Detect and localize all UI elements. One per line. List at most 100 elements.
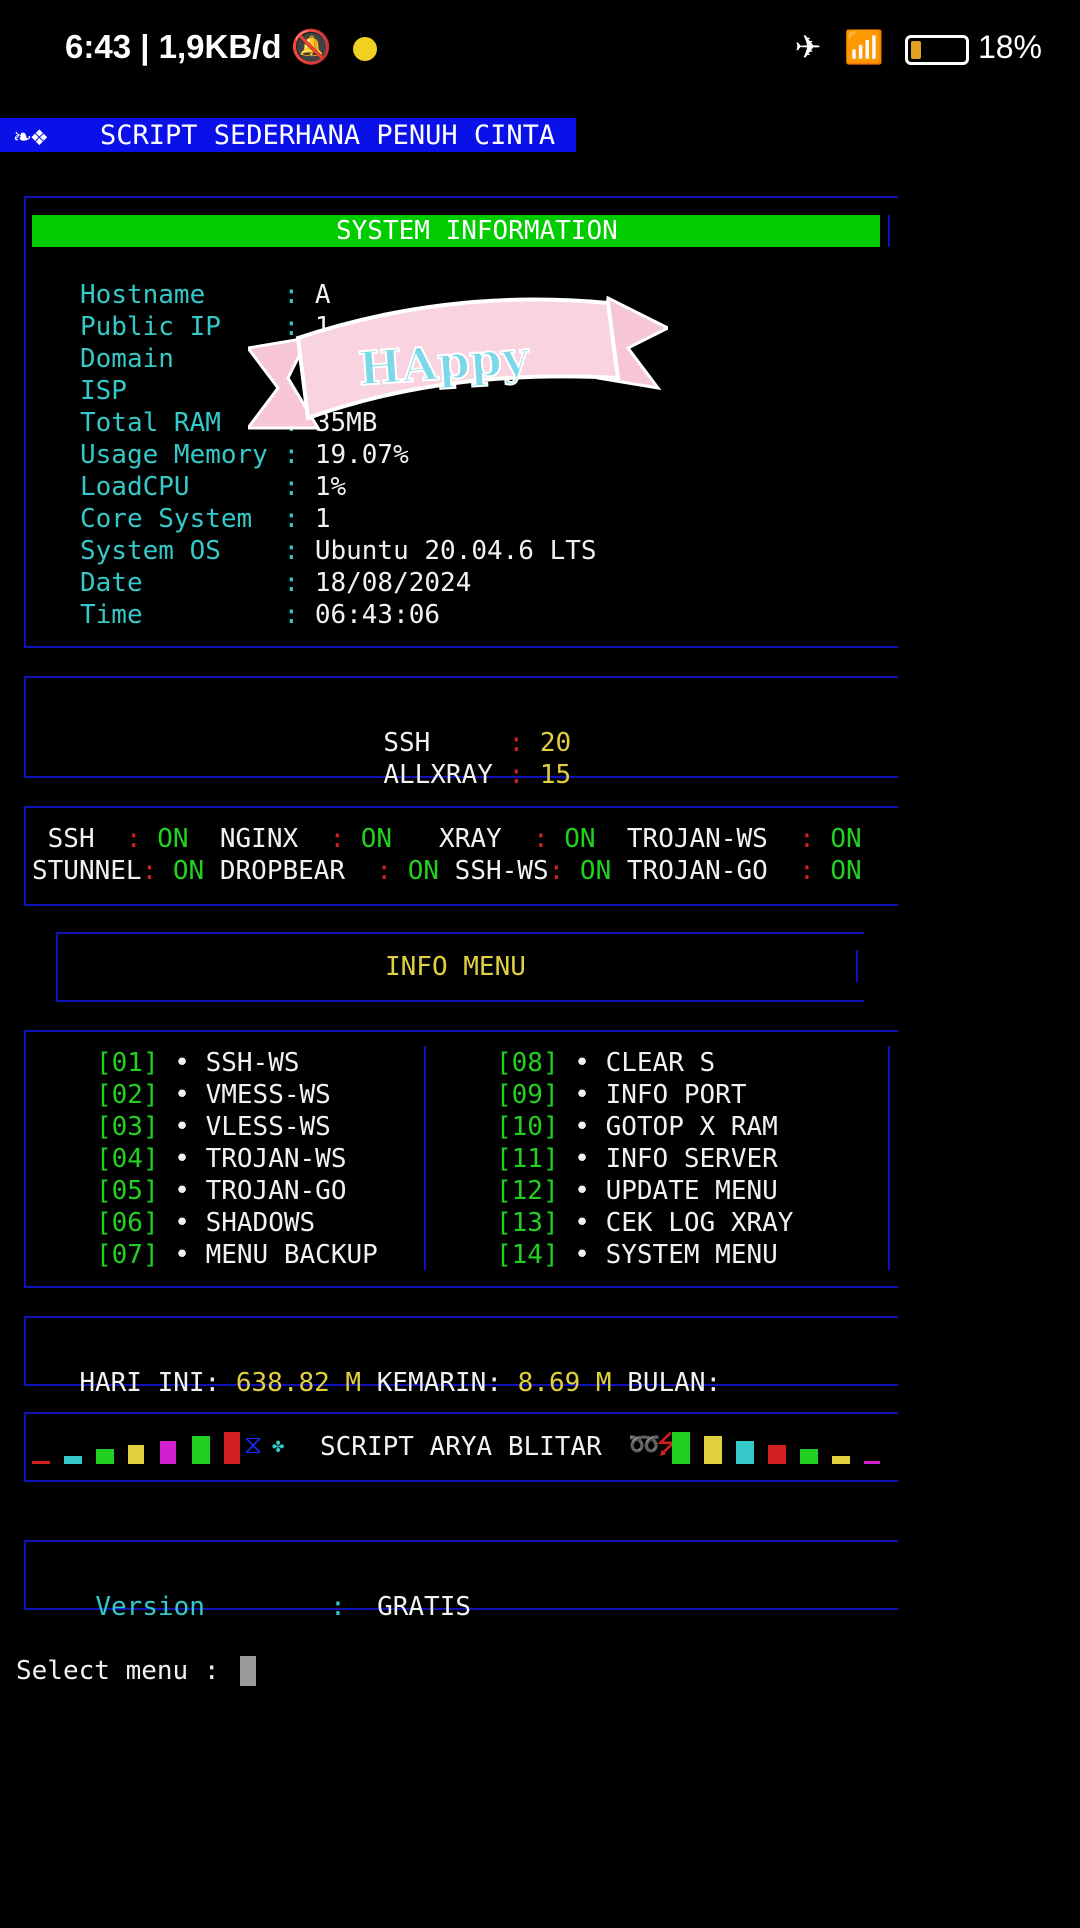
service-name: NGINX xyxy=(188,824,314,854)
menu-item-label: TROJAN-WS xyxy=(205,1144,347,1174)
equalizer-bar xyxy=(672,1432,690,1464)
sysinfo-label: System OS xyxy=(80,536,268,566)
clock-text: 6:43 xyxy=(65,28,132,65)
menu-item[interactable]: [06] • SHADOWS xyxy=(96,1207,315,1239)
network-speed: | 1,9KB/d xyxy=(140,28,282,65)
info-menu-title-right-edge xyxy=(856,950,858,982)
status-right: ✈ 📶 18% xyxy=(795,28,1042,66)
menu-item[interactable]: [07] • MENU BACKUP xyxy=(96,1239,378,1271)
status-bar: 6:43 | 1,9KB/d 🔕 ✈ 📶 18% xyxy=(0,0,1080,100)
menu-item-number: [12] xyxy=(496,1176,559,1206)
sysinfo-value: 1% xyxy=(314,472,347,502)
service-status: ON xyxy=(172,856,205,886)
menu-item-label: INFO PORT xyxy=(605,1080,747,1110)
menu-item-label: SSH-WS xyxy=(205,1048,300,1078)
menu-item[interactable]: [11] • INFO SERVER xyxy=(496,1143,778,1175)
service-name: DROPBEAR xyxy=(204,856,361,886)
menu-item[interactable]: [08] • CLEAR S xyxy=(496,1047,715,1079)
menu-item-number: [13] xyxy=(496,1208,559,1238)
menu-item-number: [03] xyxy=(96,1112,159,1142)
menu-item-label: CLEAR S xyxy=(605,1048,716,1078)
yesterday-value: 8.69 M xyxy=(517,1368,612,1398)
menu-item[interactable]: [01] • SSH-WS xyxy=(96,1047,300,1079)
wifi-icon: 📶 xyxy=(844,29,885,65)
menu-item[interactable]: [12] • UPDATE MENU xyxy=(496,1175,778,1207)
services-row-2: STUNNEL: ON DROPBEAR : ON SSH-WS: ON TRO… xyxy=(32,856,862,886)
sysinfo-row: Core System : 1 xyxy=(80,504,331,534)
sysinfo-label: Public IP xyxy=(80,312,268,342)
service-status: ON xyxy=(564,824,596,854)
sysinfo-row: Time : 06:43:06 xyxy=(80,600,441,630)
menu-item-number: [06] xyxy=(96,1208,159,1238)
menu-item-label: UPDATE MENU xyxy=(605,1176,778,1206)
menu-item[interactable]: [05] • TROJAN-GO xyxy=(96,1175,346,1207)
service-status: ON xyxy=(360,824,393,854)
menu-item-label: SHADOWS xyxy=(205,1208,316,1238)
menu-item[interactable]: [03] • VLESS-WS xyxy=(96,1111,331,1143)
dna-icon: ⧖ xyxy=(244,1430,263,1460)
menu-item-number: [01] xyxy=(96,1048,159,1078)
airplane-icon: ✈ xyxy=(794,29,822,65)
xray-count: 15 xyxy=(539,760,572,790)
sysinfo-label: LoadCPU xyxy=(80,472,268,502)
sysinfo-label: Hostname xyxy=(80,280,268,310)
menu-item-number: [02] xyxy=(96,1080,159,1110)
menu-item-label: VLESS-WS xyxy=(205,1112,331,1142)
sysinfo-label: Total RAM xyxy=(80,408,268,438)
equalizer-bar xyxy=(704,1436,722,1464)
service-status: ON xyxy=(579,856,612,886)
sysinfo-value: 18/08/2024 xyxy=(314,568,472,598)
equalizer-bar xyxy=(32,1461,50,1464)
menu-item-label: TROJAN-GO xyxy=(205,1176,347,1206)
service-status: ON xyxy=(157,824,189,854)
sysinfo-label: Core System xyxy=(80,504,268,534)
sysinfo-row: System OS : Ubuntu 20.04.6 LTS xyxy=(80,536,597,566)
equalizer-bar xyxy=(800,1449,818,1464)
menu-item[interactable]: [09] • INFO PORT xyxy=(496,1079,746,1111)
terminal-cursor[interactable] xyxy=(240,1656,256,1686)
sparkle-icon: ✤ xyxy=(272,1433,285,1457)
equalizer-bar xyxy=(832,1456,850,1464)
menu-item-label: SYSTEM MENU xyxy=(605,1240,778,1270)
menu-item[interactable]: [04] • TROJAN-WS xyxy=(96,1143,346,1175)
service-status: ON xyxy=(830,856,862,886)
menu-item-number: [10] xyxy=(496,1112,559,1142)
menu-item[interactable]: [13] • CEK LOG XRAY xyxy=(496,1207,793,1239)
sysinfo-value: 06:43:06 xyxy=(314,600,441,630)
xray-account-row: ALLXRAY : 15 xyxy=(383,760,572,790)
sysinfo-value: Ubuntu 20.04.6 LTS xyxy=(314,536,597,566)
menu-column-divider xyxy=(424,1046,426,1270)
equalizer-bar xyxy=(64,1456,82,1464)
emoji-icon xyxy=(352,37,377,62)
menu-item[interactable]: [02] • VMESS-WS xyxy=(96,1079,331,1111)
sysinfo-row: Date : 18/08/2024 xyxy=(80,568,472,598)
equalizer-bar xyxy=(224,1432,240,1464)
bell-muted-icon: 🔕 xyxy=(290,28,332,65)
version-label: Version xyxy=(95,1592,205,1622)
author-text: SCRIPT ARYA BLITAR xyxy=(320,1432,602,1462)
menu-item-number: [09] xyxy=(496,1080,559,1110)
equalizer-bar xyxy=(96,1449,114,1464)
equalizer-bar xyxy=(160,1441,176,1464)
equalizer-bar xyxy=(736,1441,754,1464)
menu-item-number: [11] xyxy=(496,1144,559,1174)
month-label: BULAN: xyxy=(611,1368,722,1398)
sysinfo-header-right-edge xyxy=(888,215,890,247)
menu-item-label: VMESS-WS xyxy=(205,1080,331,1110)
happy-text: HAppy xyxy=(357,330,532,396)
menu-item-label: INFO SERVER xyxy=(605,1144,778,1174)
sysinfo-label: Usage Memory xyxy=(80,440,268,470)
menu-item[interactable]: [10] • GOTOP X RAM xyxy=(496,1111,778,1143)
info-menu-title: INFO MENU xyxy=(385,952,526,982)
sysinfo-value: 1 xyxy=(314,504,331,534)
happy-ribbon-sticker: HAppy xyxy=(248,295,668,430)
service-name: TROJAN-GO xyxy=(611,856,784,886)
version-value: GRATIS xyxy=(377,1592,471,1622)
sysinfo-label: ISP xyxy=(80,376,268,406)
service-name: XRAY xyxy=(392,824,518,854)
menu-item-number: [14] xyxy=(496,1240,559,1270)
banner-decoration-icon: ❧❖ xyxy=(14,119,48,152)
menu-item[interactable]: [14] • SYSTEM MENU xyxy=(496,1239,778,1271)
battery-percent: 18% xyxy=(977,29,1042,65)
menu-item-label: CEK LOG XRAY xyxy=(605,1208,794,1238)
